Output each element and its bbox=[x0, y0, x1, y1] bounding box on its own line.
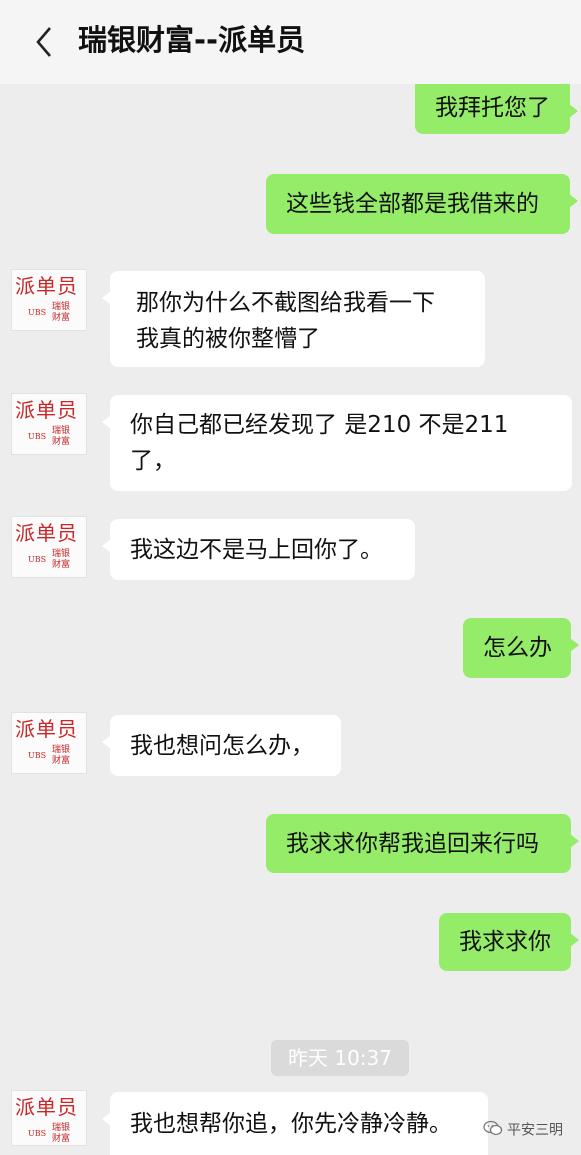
avatar-name-text: 派单员 bbox=[15, 521, 78, 545]
message-received[interactable]: 我也想问怎么办， bbox=[102, 715, 341, 776]
message-received[interactable]: 你自己都已经发现了 是210 不是211 了， bbox=[102, 395, 572, 491]
avatar[interactable]: 派单员 UBS 瑞银财富 bbox=[11, 269, 87, 331]
avatar-name-text: 派单员 bbox=[15, 274, 78, 298]
wechat-icon bbox=[483, 1120, 503, 1141]
avatar-sub-text: 瑞银财富 bbox=[52, 302, 71, 323]
message-line: 我也想帮你追，你先冷静冷静。 bbox=[130, 1111, 452, 1137]
message-line: 我求求你 bbox=[459, 929, 551, 955]
back-button[interactable] bbox=[30, 20, 60, 64]
message-sent[interactable]: 我拜托您了 bbox=[415, 84, 578, 134]
avatar-sub-text: 瑞银财富 bbox=[52, 1123, 71, 1144]
avatar-logo-text: UBS bbox=[28, 1129, 47, 1138]
message-line: 那你为什么不截图给我看一下 bbox=[136, 290, 435, 316]
message-sent[interactable]: 怎么办 bbox=[463, 618, 579, 678]
avatar-logo-text: UBS bbox=[28, 308, 47, 317]
watermark-text: 平安三明 bbox=[507, 1122, 563, 1139]
avatar-name-text: 派单员 bbox=[15, 398, 78, 422]
avatar-name-text: 派单员 bbox=[15, 1095, 78, 1119]
message-line: 我真的被你整懵了 bbox=[136, 326, 320, 352]
avatar[interactable]: 派单员 UBS 瑞银财富 bbox=[11, 1090, 87, 1146]
chat-header: 瑞银财富--派单员 bbox=[0, 0, 581, 84]
avatar-logo-text: UBS bbox=[28, 432, 47, 441]
avatar-name-text: 派单员 bbox=[15, 717, 78, 741]
chevron-left-icon bbox=[36, 27, 51, 57]
message-received[interactable]: 我也想帮你追，你先冷静冷静。 bbox=[102, 1092, 488, 1155]
avatar-logo-text: UBS bbox=[28, 555, 47, 564]
avatar[interactable]: 派单员 UBS 瑞银财富 bbox=[11, 516, 87, 578]
watermark: 平安三明 bbox=[483, 1120, 563, 1141]
message-line: 了， bbox=[130, 448, 176, 474]
message-sent[interactable]: 这些钱全部都是我借来的 bbox=[266, 174, 578, 234]
message-line: 我也想问怎么办， bbox=[130, 733, 314, 759]
message-line: 我拜托您了 bbox=[435, 95, 550, 121]
avatar-sub-text: 瑞银财富 bbox=[52, 549, 71, 570]
message-sent[interactable]: 我求求你 bbox=[439, 913, 579, 971]
avatar-logo-text: UBS bbox=[28, 751, 47, 760]
message-line: 这些钱全部都是我借来的 bbox=[286, 191, 539, 217]
timestamp: 昨天 10:37 bbox=[271, 1040, 409, 1076]
message-received[interactable]: 我这边不是马上回你了。 bbox=[102, 519, 415, 580]
message-line: 怎么办 bbox=[483, 635, 552, 661]
message-line: 我求求你帮我追回来行吗 bbox=[286, 831, 539, 857]
message-line: 你自己都已经发现了 是210 不是211 bbox=[130, 412, 509, 438]
avatar-sub-text: 瑞银财富 bbox=[52, 426, 71, 447]
avatar-sub-text: 瑞银财富 bbox=[52, 745, 71, 766]
avatar[interactable]: 派单员 UBS 瑞银财富 bbox=[11, 712, 87, 774]
message-sent[interactable]: 我求求你帮我追回来行吗 bbox=[266, 814, 579, 873]
avatar[interactable]: 派单员 UBS 瑞银财富 bbox=[11, 393, 87, 455]
chat-title: 瑞银财富--派单员 bbox=[78, 23, 306, 57]
message-received[interactable]: 那你为什么不截图给我看一下 我真的被你整懵了 bbox=[102, 271, 485, 367]
message-line: 我这边不是马上回你了。 bbox=[130, 537, 383, 563]
